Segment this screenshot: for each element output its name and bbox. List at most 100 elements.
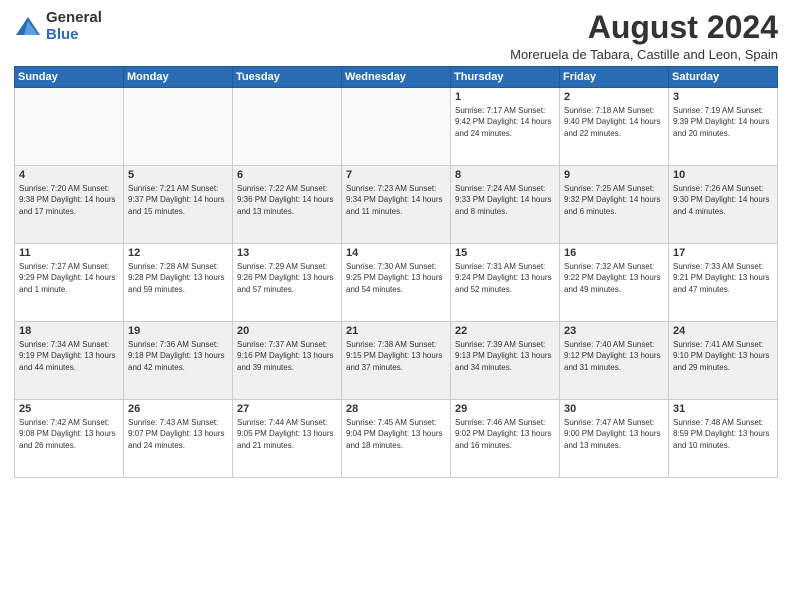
- calendar-cell: 25 Sunrise: 7:42 AM Sunset: 9:08 PM Dayli…: [15, 400, 124, 478]
- day-number: 7: [346, 169, 446, 181]
- day-number: 18: [19, 325, 119, 337]
- calendar-cell: 13 Sunrise: 7:29 AM Sunset: 9:26 PM Dayli…: [233, 244, 342, 322]
- calendar-cell: [233, 88, 342, 166]
- calendar-cell: 10 Sunrise: 7:26 AM Sunset: 9:30 PM Dayli…: [669, 166, 778, 244]
- day-info: Sunrise: 7:43 AM Sunset: 9:07 PM Dayligh…: [128, 417, 228, 451]
- col-monday: Monday: [124, 67, 233, 88]
- col-tuesday: Tuesday: [233, 67, 342, 88]
- day-number: 10: [673, 169, 773, 181]
- day-info: Sunrise: 7:36 AM Sunset: 9:18 PM Dayligh…: [128, 339, 228, 373]
- day-info: Sunrise: 7:32 AM Sunset: 9:22 PM Dayligh…: [564, 261, 664, 295]
- day-info: Sunrise: 7:37 AM Sunset: 9:16 PM Dayligh…: [237, 339, 337, 373]
- day-info: Sunrise: 7:25 AM Sunset: 9:32 PM Dayligh…: [564, 183, 664, 217]
- calendar-cell: 1 Sunrise: 7:17 AM Sunset: 9:42 PM Daylig…: [451, 88, 560, 166]
- logo-general-text: General: [46, 10, 102, 27]
- day-number: 4: [19, 169, 119, 181]
- day-number: 26: [128, 403, 228, 415]
- day-info: Sunrise: 7:40 AM Sunset: 9:12 PM Dayligh…: [564, 339, 664, 373]
- day-number: 6: [237, 169, 337, 181]
- calendar-cell: 12 Sunrise: 7:28 AM Sunset: 9:28 PM Dayli…: [124, 244, 233, 322]
- day-info: Sunrise: 7:46 AM Sunset: 9:02 PM Dayligh…: [455, 417, 555, 451]
- calendar-cell: 14Sunrise: 7:30 AM Sunset: 9:25 PM Dayli…: [342, 244, 451, 322]
- calendar-cell: 17 Sunrise: 7:33 AM Sunset: 9:21 PM Dayli…: [669, 244, 778, 322]
- day-info: Sunrise: 7:22 AM Sunset: 9:36 PM Dayligh…: [237, 183, 337, 217]
- day-number: 11: [19, 247, 119, 259]
- day-number: 28: [346, 403, 446, 415]
- logo-blue-text: Blue: [46, 27, 102, 44]
- day-info: Sunrise: 7:34 AM Sunset: 9:19 PM Dayligh…: [19, 339, 119, 373]
- calendar-cell: 21 Sunrise: 7:38 AM Sunset: 9:15 PM Dayli…: [342, 322, 451, 400]
- day-info: Sunrise: 7:19 AM Sunset: 9:39 PM Dayligh…: [673, 105, 773, 139]
- day-number: 22: [455, 325, 555, 337]
- week-row-1: 1 Sunrise: 7:17 AM Sunset: 9:42 PM Daylig…: [15, 88, 778, 166]
- week-row-2: 4 Sunrise: 7:20 AM Sunset: 9:38 PM Daylig…: [15, 166, 778, 244]
- calendar-cell: [15, 88, 124, 166]
- day-info: Sunrise: 7:28 AM Sunset: 9:28 PM Dayligh…: [128, 261, 228, 295]
- day-info: Sunrise: 7:23 AM Sunset: 9:34 PM Dayligh…: [346, 183, 446, 217]
- day-info: Sunrise: 7:38 AM Sunset: 9:15 PM Dayligh…: [346, 339, 446, 373]
- day-number: 15: [455, 247, 555, 259]
- day-info: Sunrise: 7:33 AM Sunset: 9:21 PM Dayligh…: [673, 261, 773, 295]
- calendar-cell: 28 Sunrise: 7:45 AM Sunset: 9:04 PM Dayli…: [342, 400, 451, 478]
- calendar-cell: 24 Sunrise: 7:41 AM Sunset: 9:10 PM Dayli…: [669, 322, 778, 400]
- calendar-cell: 22 Sunrise: 7:39 AM Sunset: 9:13 PM Dayli…: [451, 322, 560, 400]
- calendar-cell: 19Sunrise: 7:36 AM Sunset: 9:18 PM Dayli…: [124, 322, 233, 400]
- day-number: 21: [346, 325, 446, 337]
- day-info: Sunrise: 7:30 AM Sunset: 9:25 PM Dayligh…: [346, 261, 446, 295]
- day-number: 3: [673, 91, 773, 103]
- day-number: 24: [673, 325, 773, 337]
- calendar-cell: 18 Sunrise: 7:34 AM Sunset: 9:19 PM Dayli…: [15, 322, 124, 400]
- day-info: Sunrise: 7:20 AM Sunset: 9:38 PM Dayligh…: [19, 183, 119, 217]
- calendar-cell: 31 Sunrise: 7:48 AM Sunset: 8:59 PM Dayli…: [669, 400, 778, 478]
- day-info: Sunrise: 7:24 AM Sunset: 9:33 PM Dayligh…: [455, 183, 555, 217]
- calendar-cell: 15 Sunrise: 7:31 AM Sunset: 9:24 PM Dayli…: [451, 244, 560, 322]
- col-thursday: Thursday: [451, 67, 560, 88]
- col-friday: Friday: [560, 67, 669, 88]
- day-info: Sunrise: 7:26 AM Sunset: 9:30 PM Dayligh…: [673, 183, 773, 217]
- day-info: Sunrise: 7:29 AM Sunset: 9:26 PM Dayligh…: [237, 261, 337, 295]
- day-number: 12: [128, 247, 228, 259]
- day-number: 27: [237, 403, 337, 415]
- day-info: Sunrise: 7:41 AM Sunset: 9:10 PM Dayligh…: [673, 339, 773, 373]
- calendar-cell: 11 Sunrise: 7:27 AM Sunset: 9:29 PM Dayli…: [15, 244, 124, 322]
- week-row-4: 18 Sunrise: 7:34 AM Sunset: 9:19 PM Dayli…: [15, 322, 778, 400]
- day-info: Sunrise: 7:21 AM Sunset: 9:37 PM Dayligh…: [128, 183, 228, 217]
- day-number: 31: [673, 403, 773, 415]
- header: General Blue August 2024 Moreruela de Ta…: [14, 10, 778, 62]
- logo-icon: [14, 13, 42, 41]
- calendar-cell: 2Sunrise: 7:18 AM Sunset: 9:40 PM Daylig…: [560, 88, 669, 166]
- calendar-cell: 20 Sunrise: 7:37 AM Sunset: 9:16 PM Dayli…: [233, 322, 342, 400]
- day-info: Sunrise: 7:27 AM Sunset: 9:29 PM Dayligh…: [19, 261, 119, 295]
- calendar-cell: [124, 88, 233, 166]
- col-saturday: Saturday: [669, 67, 778, 88]
- day-number: 17: [673, 247, 773, 259]
- calendar-cell: 3 Sunrise: 7:19 AM Sunset: 9:39 PM Daylig…: [669, 88, 778, 166]
- calendar-cell: 8 Sunrise: 7:24 AM Sunset: 9:33 PM Daylig…: [451, 166, 560, 244]
- calendar-cell: 6 Sunrise: 7:22 AM Sunset: 9:36 PM Daylig…: [233, 166, 342, 244]
- calendar-cell: [342, 88, 451, 166]
- day-number: 30: [564, 403, 664, 415]
- week-row-5: 25 Sunrise: 7:42 AM Sunset: 9:08 PM Dayli…: [15, 400, 778, 478]
- calendar-cell: 26 Sunrise: 7:43 AM Sunset: 9:07 PM Dayli…: [124, 400, 233, 478]
- calendar-cell: 7 Sunrise: 7:23 AM Sunset: 9:34 PM Daylig…: [342, 166, 451, 244]
- calendar-cell: 29 Sunrise: 7:46 AM Sunset: 9:02 PM Dayli…: [451, 400, 560, 478]
- day-number: 25: [19, 403, 119, 415]
- day-number: 1: [455, 91, 555, 103]
- day-info: Sunrise: 7:17 AM Sunset: 9:42 PM Dayligh…: [455, 105, 555, 139]
- day-info: Sunrise: 7:45 AM Sunset: 9:04 PM Dayligh…: [346, 417, 446, 451]
- calendar-cell: 27Sunrise: 7:44 AM Sunset: 9:05 PM Dayli…: [233, 400, 342, 478]
- day-number: 29: [455, 403, 555, 415]
- day-number: 23: [564, 325, 664, 337]
- page: General Blue August 2024 Moreruela de Ta…: [0, 0, 792, 612]
- day-number: 20: [237, 325, 337, 337]
- day-info: Sunrise: 7:48 AM Sunset: 8:59 PM Dayligh…: [673, 417, 773, 451]
- day-number: 8: [455, 169, 555, 181]
- calendar-table: Sunday Monday Tuesday Wednesday Thursday…: [14, 66, 778, 478]
- day-info: Sunrise: 7:31 AM Sunset: 9:24 PM Dayligh…: [455, 261, 555, 295]
- calendar-cell: 30Sunrise: 7:47 AM Sunset: 9:00 PM Dayli…: [560, 400, 669, 478]
- day-info: Sunrise: 7:42 AM Sunset: 9:08 PM Dayligh…: [19, 417, 119, 451]
- day-number: 13: [237, 247, 337, 259]
- subtitle: Moreruela de Tabara, Castille and Leon, …: [510, 47, 778, 62]
- day-info: Sunrise: 7:39 AM Sunset: 9:13 PM Dayligh…: [455, 339, 555, 373]
- calendar-cell: 23 Sunrise: 7:40 AM Sunset: 9:12 PM Dayli…: [560, 322, 669, 400]
